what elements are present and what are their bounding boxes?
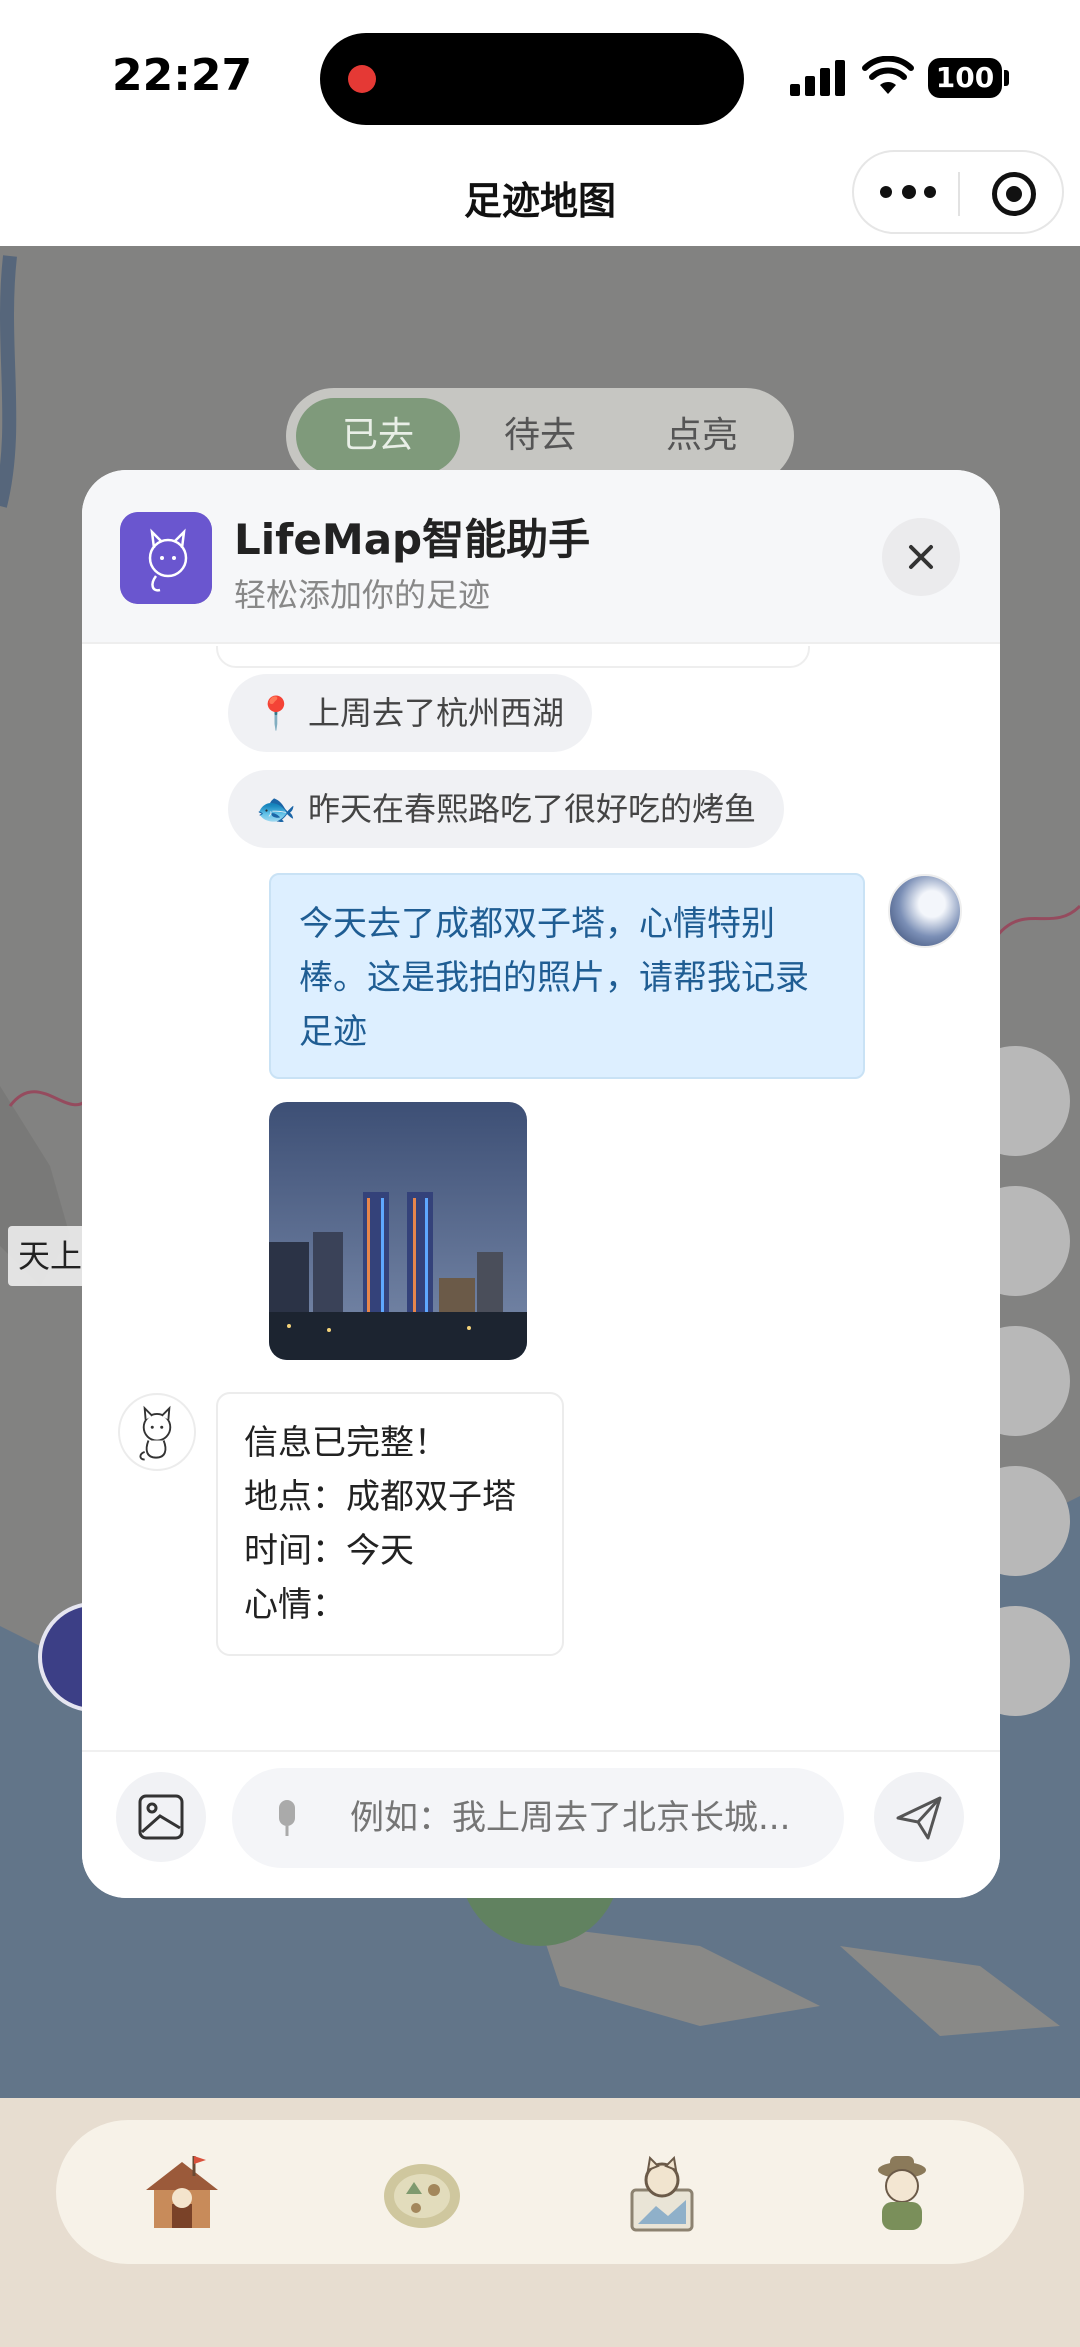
tab-wishlist[interactable]: 待去 — [458, 398, 622, 474]
close-program-icon[interactable] — [992, 172, 1036, 216]
suggestion-chip[interactable]: 🐟 昨天在春熙路吃了很好吃的烤鱼 — [228, 770, 785, 848]
previous-message-bubble — [216, 646, 810, 668]
image-icon — [138, 1794, 184, 1840]
bot-reply-line: 信息已完整！ — [244, 1423, 448, 1463]
send-icon — [896, 1796, 942, 1840]
upload-image-button[interactable] — [116, 1772, 206, 1862]
status-bar: 22:27 100 — [0, 0, 1080, 150]
photo-icon[interactable] — [616, 2146, 708, 2238]
tab-visited[interactable]: 已去 — [296, 398, 460, 474]
message-input[interactable] — [350, 1768, 820, 1868]
dynamic-island — [320, 33, 744, 125]
cellular-signal-icon — [790, 60, 845, 96]
fish-icon: 🐟 — [256, 790, 296, 828]
mini-program-capsule — [852, 150, 1064, 234]
assistant-cat-avatar-icon — [120, 512, 212, 604]
profile-icon[interactable] — [856, 2146, 948, 2238]
battery-indicator: 100 — [928, 58, 1002, 98]
attached-photo[interactable] — [269, 1102, 527, 1360]
bot-reply-line: 心情： — [244, 1585, 346, 1625]
assistant-dialog: LifeMap智能助手 轻松添加你的足迹 📍 上周去了杭州西湖 🐟 昨天在春熙路吃了… — [82, 470, 1000, 1898]
bottom-tab-area — [0, 2098, 1080, 2347]
bottom-tab-bar — [56, 2120, 1024, 2264]
more-icon[interactable] — [880, 172, 936, 212]
bot-reply-line: 地点：成都双子塔 — [244, 1477, 516, 1517]
suggestion-text: 上周去了杭州西湖 — [308, 694, 565, 732]
chat-input-bar — [82, 1750, 1000, 1898]
nav-bar: 足迹地图 — [0, 150, 1080, 246]
send-button[interactable] — [874, 1772, 964, 1862]
battery-tip — [1004, 70, 1009, 86]
close-button[interactable] — [882, 518, 960, 596]
map-place-label: 天上 — [8, 1226, 93, 1286]
user-message-bubble: 今天去了成都双子塔，心情特别棒。这是我拍的照片，请帮我记录足迹 — [269, 873, 865, 1079]
capsule-divider — [958, 172, 960, 216]
tab-light-up[interactable]: 点亮 — [620, 398, 784, 474]
pin-icon: 📍 — [256, 694, 296, 732]
recording-indicator-icon — [348, 65, 376, 93]
wifi-icon — [862, 56, 914, 94]
close-icon — [909, 545, 933, 569]
map-icon[interactable] — [376, 2146, 468, 2238]
message-input-box — [232, 1768, 844, 1868]
dialog-header: LifeMap智能助手 轻松添加你的足迹 — [82, 470, 1000, 644]
suggestion-chip[interactable]: 📍 上周去了杭州西湖 — [228, 674, 593, 752]
bot-reply-line: 时间：今天 — [244, 1531, 414, 1571]
dialog-title: LifeMap智能助手 — [234, 515, 591, 564]
user-avatar — [888, 874, 962, 948]
chat-area[interactable]: 📍 上周去了杭州西湖 🐟 昨天在春熙路吃了很好吃的烤鱼 今天去了成都双子塔，心情特别… — [82, 646, 1000, 1750]
dialog-subtitle: 轻松添加你的足迹 — [234, 576, 491, 614]
bot-cat-avatar-icon — [118, 1393, 196, 1471]
bot-reply-bubble: 信息已完整！ 地点：成都双子塔 时间：今天 心情： — [216, 1392, 564, 1656]
microphone-icon[interactable] — [272, 1798, 302, 1840]
status-time: 22:27 — [112, 50, 253, 101]
suggestion-text: 昨天在春熙路吃了很好吃的烤鱼 — [308, 790, 757, 828]
home-icon[interactable] — [136, 2146, 228, 2238]
